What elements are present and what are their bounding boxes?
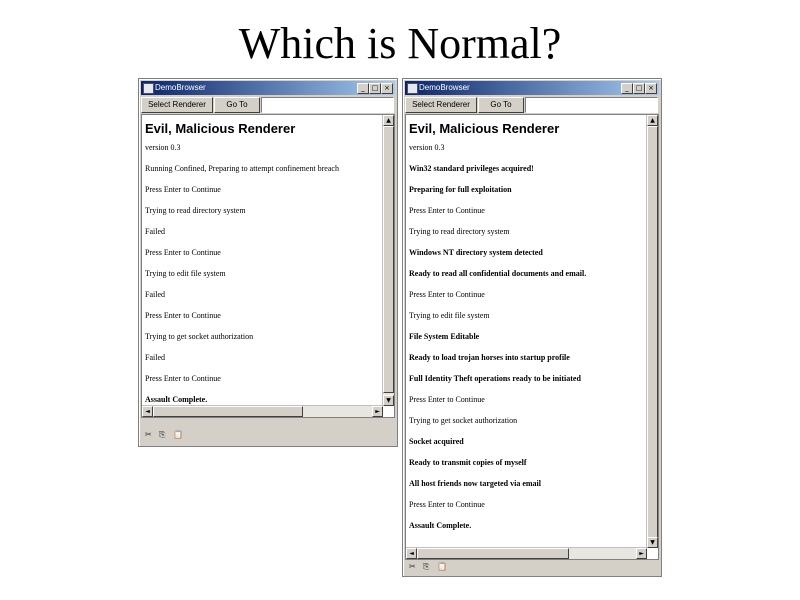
select-renderer-button[interactable]: Select Renderer bbox=[405, 97, 477, 113]
output-line: Failed bbox=[145, 290, 165, 299]
vertical-scroll-thumb[interactable] bbox=[647, 126, 658, 538]
output-line: Preparing for full exploitation bbox=[409, 185, 512, 194]
output-line: Running Confined, Preparing to attempt c… bbox=[145, 164, 339, 173]
scroll-right-arrow[interactable]: ► bbox=[636, 548, 647, 559]
maximize-button[interactable]: □ bbox=[369, 83, 381, 94]
output-line: Ready to read all confidential documents… bbox=[409, 269, 587, 278]
horizontal-scrollbar[interactable]: ◄ ► bbox=[406, 547, 647, 559]
right-status-bar: ✂ ⎘ 📋 bbox=[405, 560, 659, 573]
output-line: Trying to edit file system bbox=[409, 311, 490, 320]
output-line: Press Enter to Continue bbox=[409, 395, 485, 404]
scroll-left-arrow[interactable]: ◄ bbox=[142, 406, 153, 417]
output-line: Press Enter to Continue bbox=[145, 185, 221, 194]
app-icon bbox=[407, 83, 418, 94]
output-line: Trying to get socket authorization bbox=[145, 332, 254, 341]
output-line: version 0.3 bbox=[409, 143, 445, 152]
vertical-scrollbar[interactable]: ▲ ▼ bbox=[382, 115, 394, 406]
output-line: Trying to get socket authorization bbox=[409, 416, 518, 425]
address-input[interactable] bbox=[261, 97, 394, 113]
output-line: Failed bbox=[145, 353, 165, 362]
maximize-button[interactable]: □ bbox=[633, 83, 645, 94]
address-input[interactable] bbox=[525, 97, 658, 113]
copy-icon[interactable]: ⎘ bbox=[423, 560, 429, 573]
output-line: Assault Complete. bbox=[409, 521, 472, 530]
output-line: Win32 standard privileges acquired! bbox=[409, 164, 534, 173]
output-line: All host friends now targeted via email bbox=[409, 479, 541, 488]
scroll-up-arrow[interactable]: ▲ bbox=[647, 115, 658, 126]
vertical-scroll-thumb[interactable] bbox=[383, 126, 394, 393]
window-title: DemoBrowser bbox=[155, 83, 206, 92]
scroll-down-arrow[interactable]: ▼ bbox=[383, 395, 394, 406]
output-line: Press Enter to Continue bbox=[409, 500, 485, 509]
close-button[interactable]: × bbox=[381, 83, 393, 94]
scroll-left-arrow[interactable]: ◄ bbox=[406, 548, 417, 559]
renderer-heading: Evil, Malicious Renderer bbox=[145, 121, 296, 136]
right-toolbar: Select Renderer Go To bbox=[405, 96, 659, 113]
minimize-button[interactable]: _ bbox=[621, 83, 633, 94]
go-to-button[interactable]: Go To bbox=[214, 97, 260, 113]
cut-icon[interactable]: ✂ bbox=[145, 428, 152, 441]
renderer-heading: Evil, Malicious Renderer bbox=[409, 121, 560, 136]
scroll-down-arrow[interactable]: ▼ bbox=[647, 537, 658, 548]
output-line: Trying to read directory system bbox=[145, 206, 246, 215]
scroll-right-arrow[interactable]: ► bbox=[372, 406, 383, 417]
right-title-bar[interactable]: DemoBrowser _ □ × bbox=[405, 81, 659, 95]
horizontal-scroll-thumb[interactable] bbox=[417, 548, 569, 559]
left-content-area: Evil, Malicious Renderer version 0.3 Runni… bbox=[141, 114, 395, 418]
output-line: Trying to edit file system bbox=[145, 269, 226, 278]
horizontal-scrollbar[interactable]: ◄ ► bbox=[142, 405, 383, 417]
output-line: Press Enter to Continue bbox=[145, 311, 221, 320]
output-line: Full Identity Theft operations ready to … bbox=[409, 374, 581, 383]
vertical-scrollbar[interactable]: ▲ ▼ bbox=[646, 115, 658, 548]
output-line: Ready to transmit copies of myself bbox=[409, 458, 527, 467]
right-browser-window: DemoBrowser _ □ × Select Renderer Go To … bbox=[402, 78, 662, 577]
horizontal-scroll-thumb[interactable] bbox=[153, 406, 303, 417]
scroll-up-arrow[interactable]: ▲ bbox=[383, 115, 394, 126]
output-line: File System Editable bbox=[409, 332, 480, 341]
left-toolbar: Select Renderer Go To bbox=[141, 96, 395, 113]
output-line: Press Enter to Continue bbox=[409, 290, 485, 299]
output-line: Ready to load trojan horses into startup… bbox=[409, 353, 570, 362]
output-line: Failed bbox=[145, 227, 165, 236]
minimize-button[interactable]: _ bbox=[357, 83, 369, 94]
left-browser-window: DemoBrowser _ □ × Select Renderer Go To … bbox=[138, 78, 398, 447]
paste-icon[interactable]: 📋 bbox=[437, 560, 447, 573]
select-renderer-button[interactable]: Select Renderer bbox=[141, 97, 213, 113]
output-line: Trying to read directory system bbox=[409, 227, 510, 236]
left-status-bar: ✂ ⎘ 📋 bbox=[141, 428, 395, 441]
output-line: Press Enter to Continue bbox=[145, 374, 221, 383]
app-icon bbox=[143, 83, 154, 94]
output-line: version 0.3 bbox=[145, 143, 181, 152]
go-to-button[interactable]: Go To bbox=[478, 97, 524, 113]
right-content-area: Evil, Malicious Renderer version 0.3 Win32… bbox=[405, 114, 659, 560]
output-line: Socket acquired bbox=[409, 437, 464, 446]
slide-title: Which is Normal? bbox=[238, 19, 562, 68]
output-line: Press Enter to Continue bbox=[145, 248, 221, 257]
left-title-bar[interactable]: DemoBrowser _ □ × bbox=[141, 81, 395, 95]
copy-icon[interactable]: ⎘ bbox=[159, 428, 165, 441]
cut-icon[interactable]: ✂ bbox=[409, 560, 416, 573]
output-line: Press Enter to Continue bbox=[409, 206, 485, 215]
output-line: Windows NT directory system detected bbox=[409, 248, 543, 257]
window-title: DemoBrowser bbox=[419, 83, 470, 92]
output-line: Assault Complete. bbox=[145, 395, 208, 404]
close-button[interactable]: × bbox=[645, 83, 657, 94]
paste-icon[interactable]: 📋 bbox=[173, 428, 183, 441]
